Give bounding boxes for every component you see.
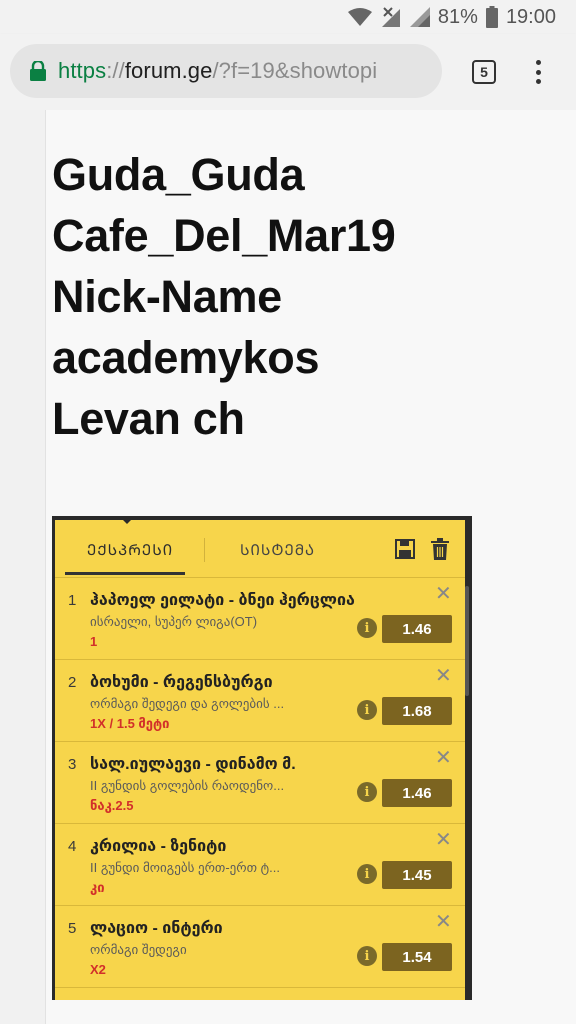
info-icon[interactable]: i: [357, 700, 377, 720]
wifi-icon: [347, 8, 372, 26]
no-signal-icon: [381, 7, 400, 27]
bet-row: 3 სალ.იულაევი - დინამო მ. II გუნდის გოლე…: [55, 742, 465, 824]
list-item: academykos: [52, 332, 320, 383]
bet-market: II გუნდის გოლების რაოდენო...: [90, 778, 285, 793]
bet-number: 5: [68, 920, 77, 937]
bet-row: 5 ლაციო - ინტერი ორმაგი შედეგი X2 ✕ i 1.…: [55, 906, 465, 988]
bet-market: ორმაგი შედეგი და გოლების ...: [90, 696, 285, 711]
save-icon[interactable]: [395, 539, 415, 559]
bet-market: ისრაელი, სუპერ ლიგა(OT): [90, 614, 258, 629]
overflow-menu-icon[interactable]: [532, 58, 544, 86]
cell-signal-icon: [409, 7, 430, 27]
info-icon[interactable]: i: [357, 946, 377, 966]
trash-icon[interactable]: [431, 538, 449, 560]
odds-badge: 1.46: [382, 615, 452, 643]
list-item: Levan ch: [52, 393, 245, 444]
bet-match: ბოხუმი - რეგენსბურგი: [90, 674, 273, 691]
tab-divider: [204, 538, 205, 562]
active-tab-indicator: [65, 572, 185, 575]
list-item: Guda_Guda: [52, 149, 305, 200]
odds-badge: 1.68: [382, 697, 452, 725]
odds-badge: 1.46: [382, 779, 452, 807]
bet-pick: X2: [90, 962, 106, 977]
bet-number: 2: [68, 674, 77, 691]
url-text: https://forum.ge/?f=19&showtopi: [58, 58, 378, 83]
left-gutter: [0, 110, 46, 1024]
remove-bet-icon[interactable]: ✕: [435, 830, 452, 850]
list-item: Cafe_Del_Mar19: [52, 210, 396, 261]
bet-match: კრილია - ზენიტი: [90, 838, 227, 855]
bet-number: 4: [68, 838, 77, 855]
info-icon[interactable]: i: [357, 782, 377, 802]
page-content: Guda_Guda Cafe_Del_Mar19 Nick-Name acade…: [0, 110, 576, 1024]
odds-badge: 1.54: [382, 943, 452, 971]
list-item: Nick-Name: [52, 271, 282, 322]
odds-badge: 1.45: [382, 861, 452, 889]
battery-percent: 81%: [437, 5, 478, 28]
status-bar: 81% 19:00: [0, 0, 576, 34]
tab-switcher-button[interactable]: 5: [472, 60, 496, 84]
info-icon[interactable]: i: [357, 618, 377, 638]
info-icon[interactable]: i: [357, 864, 377, 884]
clock: 19:00: [505, 5, 556, 28]
lock-icon: [30, 61, 46, 81]
bet-slip: ᲔᲥᲡᲞᲠᲔᲡᲘ ᲡᲘᲡᲢᲔᲛᲐ 1 ჰაპოელ ეილატი - ბნეი …: [55, 520, 465, 1000]
scrollbar[interactable]: [465, 586, 469, 696]
remove-bet-icon[interactable]: ✕: [435, 584, 452, 604]
battery-icon: [485, 6, 498, 28]
bet-pick: 1X / 1.5 მეტი: [90, 716, 170, 731]
bet-row: 4 კრილია - ზენიტი II გუნდი მოიგებს ერთ-ე…: [55, 824, 465, 906]
bet-number: 1: [68, 592, 77, 609]
bet-number: 3: [68, 756, 77, 773]
bet-pick: 1: [90, 634, 98, 649]
browser-toolbar: https://forum.ge/?f=19&showtopi 5: [0, 34, 576, 110]
bet-match: სალ.იულაევი - დინამო მ.: [90, 756, 296, 773]
bet-pick: კი: [90, 880, 105, 895]
bet-market: II გუნდი მოიგებს ერთ-ერთ ტ...: [90, 860, 280, 875]
bet-row: 2 ბოხუმი - რეგენსბურგი ორმაგი შედეგი და …: [55, 660, 465, 742]
bet-match: ჰაპოელ ეილატი - ბნეი ჰერცლია: [90, 592, 355, 609]
bet-match: ლაციო - ინტერი: [90, 920, 223, 937]
remove-bet-icon[interactable]: ✕: [435, 748, 452, 768]
bet-slip-header: ᲔᲥᲡᲞᲠᲔᲡᲘ ᲡᲘᲡᲢᲔᲛᲐ: [55, 520, 465, 578]
remove-bet-icon[interactable]: ✕: [435, 912, 452, 932]
address-bar[interactable]: https://forum.ge/?f=19&showtopi: [10, 44, 442, 98]
tab-pointer: [118, 516, 136, 524]
bet-row: 1 ჰაპოელ ეილატი - ბნეი ჰერცლია ისრაელი, …: [55, 578, 465, 660]
name-list: Guda_Guda Cafe_Del_Mar19 Nick-Name acade…: [52, 144, 396, 449]
remove-bet-icon[interactable]: ✕: [435, 666, 452, 686]
bet-pick: ნაკ.2.5: [90, 798, 134, 813]
tab-express[interactable]: ᲔᲥᲡᲞᲠᲔᲡᲘ: [87, 540, 173, 560]
tab-system[interactable]: ᲡᲘᲡᲢᲔᲛᲐ: [240, 540, 315, 560]
bet-slip-image: ᲔᲥᲡᲞᲠᲔᲡᲘ ᲡᲘᲡᲢᲔᲛᲐ 1 ჰაპოელ ეილატი - ბნეი …: [52, 516, 472, 1000]
bet-market: ორმაგი შედეგი: [90, 942, 187, 957]
